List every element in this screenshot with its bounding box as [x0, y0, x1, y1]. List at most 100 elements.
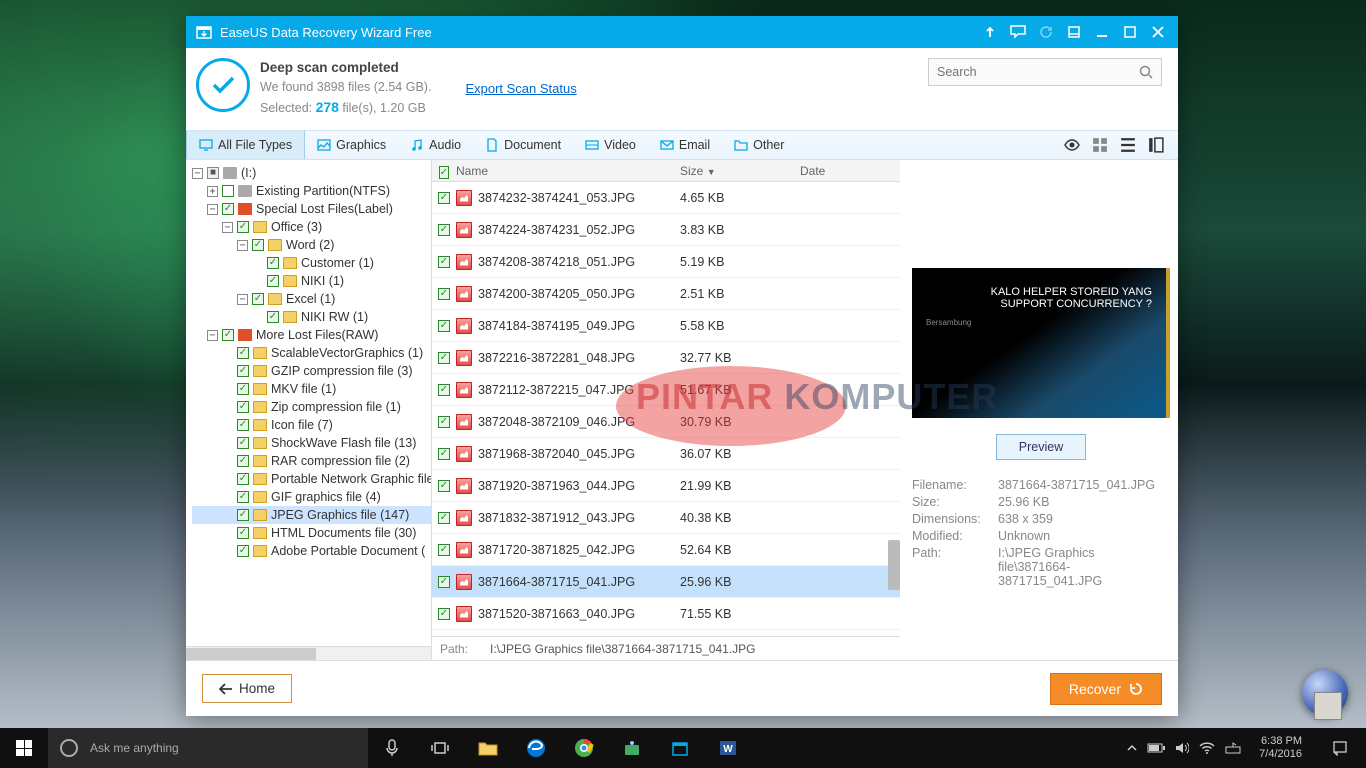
row-checkbox[interactable]: ✓ [438, 256, 450, 268]
detail-view-icon[interactable] [1148, 137, 1164, 153]
filter-video[interactable]: Video [573, 131, 648, 159]
start-button[interactable] [0, 728, 48, 768]
tree-item[interactable]: ✓GZIP compression file (3) [192, 362, 431, 380]
col-name[interactable]: Name [456, 164, 680, 178]
row-checkbox[interactable]: ✓ [438, 320, 450, 332]
row-checkbox[interactable]: ✓ [438, 448, 450, 460]
refresh-icon[interactable] [1038, 24, 1054, 40]
row-checkbox[interactable]: ✓ [438, 352, 450, 364]
chrome-icon[interactable] [560, 728, 608, 768]
col-size[interactable]: Size ▼ [680, 164, 800, 178]
tree-item[interactable]: ✓NIKI (1) [192, 272, 431, 290]
table-row[interactable]: ✓3874208-3874218_051.JPG5.19 KB [432, 246, 900, 278]
table-row[interactable]: ✓3872048-3872109_046.JPG30.79 KB [432, 406, 900, 438]
upload-icon[interactable] [982, 24, 998, 40]
tree-item[interactable]: −✓Special Lost Files(Label) [192, 200, 431, 218]
tray-chevron-icon[interactable] [1127, 743, 1137, 753]
task-view-icon[interactable] [416, 728, 464, 768]
tree-item[interactable]: ✓MKV file (1) [192, 380, 431, 398]
tree-item[interactable]: −✓Word (2) [192, 236, 431, 254]
row-checkbox[interactable]: ✓ [438, 480, 450, 492]
recover-button[interactable]: Recover [1050, 673, 1162, 705]
tree-item[interactable]: +✓Existing Partition(NTFS) [192, 182, 431, 200]
volume-icon[interactable] [1175, 742, 1189, 754]
table-row[interactable]: ✓3874184-3874195_049.JPG5.58 KB [432, 310, 900, 342]
eye-icon[interactable] [1064, 137, 1080, 153]
folder-tree[interactable]: −■(I:) +✓Existing Partition(NTFS) −✓Spec… [186, 160, 432, 660]
tree-item[interactable]: ✓GIF graphics file (4) [192, 488, 431, 506]
row-checkbox[interactable]: ✓ [438, 512, 450, 524]
grid-view-icon[interactable] [1092, 137, 1108, 153]
table-body[interactable]: ✓3874232-3874241_053.JPG4.65 KB✓3874224-… [432, 182, 900, 636]
table-row[interactable]: ✓3874232-3874241_053.JPG4.65 KB [432, 182, 900, 214]
maximize-icon[interactable] [1122, 24, 1138, 40]
desktop-gadget[interactable] [1314, 692, 1342, 720]
tree-item[interactable]: ✓ScalableVectorGraphics (1) [192, 344, 431, 362]
filter-graphics[interactable]: Graphics [305, 131, 398, 159]
row-checkbox[interactable]: ✓ [438, 416, 450, 428]
tree-hscroll[interactable] [186, 646, 431, 660]
export-scan-link[interactable]: Export Scan Status [465, 81, 576, 96]
app-icon-1[interactable] [608, 728, 656, 768]
table-row[interactable]: ✓3871968-3872040_045.JPG36.07 KB [432, 438, 900, 470]
list-view-icon[interactable] [1120, 137, 1136, 153]
table-row[interactable]: ✓3871832-3871912_043.JPG40.38 KB [432, 502, 900, 534]
edge-icon[interactable] [512, 728, 560, 768]
row-checkbox[interactable]: ✓ [438, 288, 450, 300]
filter-all[interactable]: All File Types [186, 131, 305, 159]
tree-item[interactable]: ✓ShockWave Flash file (13) [192, 434, 431, 452]
tree-item[interactable]: ✓NIKI RW (1) [192, 308, 431, 326]
tree-root[interactable]: −■(I:) [192, 164, 431, 182]
table-row[interactable]: ✓3874200-3874205_050.JPG2.51 KB [432, 278, 900, 310]
filter-other[interactable]: Other [722, 131, 796, 159]
word-icon[interactable]: W [704, 728, 752, 768]
row-checkbox[interactable]: ✓ [438, 608, 450, 620]
filter-email[interactable]: Email [648, 131, 722, 159]
notifications-icon[interactable] [1320, 728, 1360, 768]
table-row[interactable]: ✓3871664-3871715_041.JPG25.96 KB [432, 566, 900, 598]
tree-item[interactable]: ✓HTML Documents file (30) [192, 524, 431, 542]
tree-item[interactable]: ✓Customer (1) [192, 254, 431, 272]
tree-item-jpeg[interactable]: ✓JPEG Graphics file (147) [192, 506, 431, 524]
tree-item[interactable]: ✓Portable Network Graphic file [192, 470, 431, 488]
table-row[interactable]: ✓3872112-3872215_047.JPG51.67 KB [432, 374, 900, 406]
tree-item[interactable]: ✓Icon file (7) [192, 416, 431, 434]
filter-document[interactable]: Document [473, 131, 573, 159]
tree-item[interactable]: ✓Zip compression file (1) [192, 398, 431, 416]
filter-audio[interactable]: Audio [398, 131, 473, 159]
vscroll-thumb[interactable] [888, 540, 900, 590]
easeus-taskbar-icon[interactable] [656, 728, 704, 768]
table-row[interactable]: ✓3871920-3871963_044.JPG21.99 KB [432, 470, 900, 502]
home-button[interactable]: Home [202, 674, 292, 703]
minimize-tray-icon[interactable] [1066, 24, 1082, 40]
tree-item[interactable]: ✓RAR compression file (2) [192, 452, 431, 470]
file-explorer-icon[interactable] [464, 728, 512, 768]
row-checkbox[interactable]: ✓ [438, 192, 450, 204]
select-all-checkbox[interactable]: ✓ [439, 166, 449, 179]
row-checkbox[interactable]: ✓ [438, 224, 450, 236]
row-checkbox[interactable]: ✓ [438, 384, 450, 396]
table-row[interactable]: ✓3871720-3871825_042.JPG52.64 KB [432, 534, 900, 566]
wifi-icon[interactable] [1199, 742, 1215, 754]
table-row[interactable]: ✓3874224-3874231_052.JPG3.83 KB [432, 214, 900, 246]
row-checkbox[interactable]: ✓ [438, 576, 450, 588]
feedback-icon[interactable] [1010, 24, 1026, 40]
taskbar-search[interactable]: Ask me anything [48, 728, 368, 768]
tree-item[interactable]: −✓Excel (1) [192, 290, 431, 308]
row-checkbox[interactable]: ✓ [438, 544, 450, 556]
table-row[interactable]: ✓3872216-3872281_048.JPG32.77 KB [432, 342, 900, 374]
tray-clock[interactable]: 6:38 PM7/4/2016 [1251, 735, 1310, 760]
preview-button[interactable]: Preview [996, 434, 1086, 460]
tree-item[interactable]: −✓Office (3) [192, 218, 431, 236]
tree-item[interactable]: −✓More Lost Files(RAW) [192, 326, 431, 344]
search-input[interactable] [929, 65, 1139, 79]
mic-icon[interactable] [368, 728, 416, 768]
keyboard-icon[interactable] [1225, 742, 1241, 754]
search-box[interactable] [928, 58, 1162, 86]
minimize-icon[interactable] [1094, 24, 1110, 40]
battery-icon[interactable] [1147, 743, 1165, 753]
tree-item[interactable]: ✓Adobe Portable Document ( [192, 542, 431, 560]
close-icon[interactable] [1150, 24, 1166, 40]
col-date[interactable]: Date [800, 164, 900, 178]
table-row[interactable]: ✓3871520-3871663_040.JPG71.55 KB [432, 598, 900, 630]
